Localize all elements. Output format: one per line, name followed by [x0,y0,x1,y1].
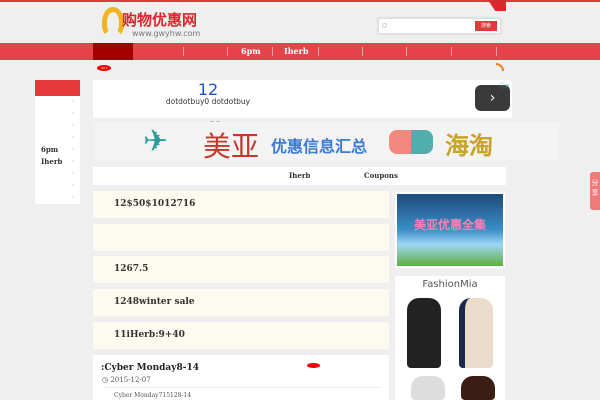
heart-logo-icon [102,7,124,37]
logo[interactable]: 购物优惠网 www.gwyhw.com [102,5,212,41]
ad-banner[interactable]: 12 dotdotbuy0 dotdotbuy › ⓘ✕ [93,80,512,125]
search-box: 搜索 [378,18,501,34]
search-input[interactable] [387,20,467,32]
ad-text: dotdotbuy0 dotdotbuy [165,97,251,106]
sidebar-item[interactable]: › [35,168,80,180]
sidebar-item[interactable]: › [35,132,80,144]
post-card: :Cyber Monday8-14 ◷ 2015-12-07 Cyber Mon… [93,355,389,400]
chevron-right-icon: › [71,182,74,189]
chevron-right-icon: › [71,110,74,117]
coat-image [459,298,493,368]
deal-row[interactable]: 1248winter sale [93,289,389,316]
chevron-right-icon: › [71,146,74,153]
tab-bar: Iherb Coupons [93,167,506,185]
promo-banner[interactable]: ✈ 美亚 优惠信息汇总 海淘 [93,122,559,163]
sidebar-header [35,80,80,96]
coat-image [411,376,445,400]
sidebar-item[interactable]: › [35,120,80,132]
nav-home[interactable] [93,43,133,60]
airplane-icon: ✈ [143,124,169,159]
fashion-ad[interactable]: FashionMia [395,276,505,400]
tab-coupons[interactable]: Coupons [364,171,398,180]
chevron-right-icon: › [71,170,74,177]
deal-row[interactable] [93,224,389,251]
sidebar-item[interactable]: › [35,108,80,120]
ad-brand: FashionMia [422,279,478,290]
chevron-right-icon: › [71,98,74,105]
share-button[interactable]: 分享 [590,172,600,210]
hot-badge-icon: HOT [97,65,111,71]
sidebar-item[interactable]: › [35,96,80,108]
sidebar-item[interactable]: › [35,192,80,204]
post-excerpt: Cyber Monday715128-14 [114,392,192,399]
corner-ribbon [488,0,506,11]
people-illustration [389,130,433,154]
sidebar-item[interactable]: › [35,180,80,192]
sidebar-item-iherb[interactable]: Iherb › [35,156,80,168]
deal-row[interactable]: 11iHerb:9+40 [93,322,389,349]
chevron-right-icon: › [71,158,74,165]
chevron-right-icon: › [71,134,74,141]
search-button[interactable]: 搜索 [475,21,497,31]
logo-url: www.gwyhw.com [132,29,201,38]
coat-image [461,376,495,400]
main-nav: 6pm Iherb [0,43,600,60]
nav-item-iherb[interactable]: Iherb [284,46,308,56]
sidebar-item-6pm[interactable]: 6pm › [35,144,80,156]
ad-info-icon[interactable]: ⓘ✕ [499,81,510,90]
promo-image[interactable]: 美亚优惠全集 [395,192,505,268]
rss-icon[interactable] [496,63,504,71]
coat-image [407,298,441,368]
category-sidebar: › › › › 6pm › Iherb › › › › [35,80,80,204]
banner-text-summary: 优惠信息汇总 [271,137,368,156]
nav-item-6pm[interactable]: 6pm [241,46,261,56]
promo-image-text: 美亚优惠全集 [413,218,486,232]
banner-text-amazon: 美亚 [203,130,260,163]
top-line [0,0,600,2]
deal-row[interactable]: 1267.5 [93,256,389,283]
post-title[interactable]: :Cyber Monday8-14 [101,363,199,373]
logo-text: 购物优惠网 [122,11,198,29]
chevron-right-icon: › [71,194,74,201]
chevron-right-icon: › [71,122,74,129]
banner-text-haitao: 海淘 [445,132,493,160]
tab-iherb[interactable]: Iherb [289,171,310,180]
deal-row[interactable]: 12$50$1012716 [93,191,389,218]
post-date: ◷ 2015-12-07 [102,376,151,384]
new-badge-icon [307,363,320,368]
